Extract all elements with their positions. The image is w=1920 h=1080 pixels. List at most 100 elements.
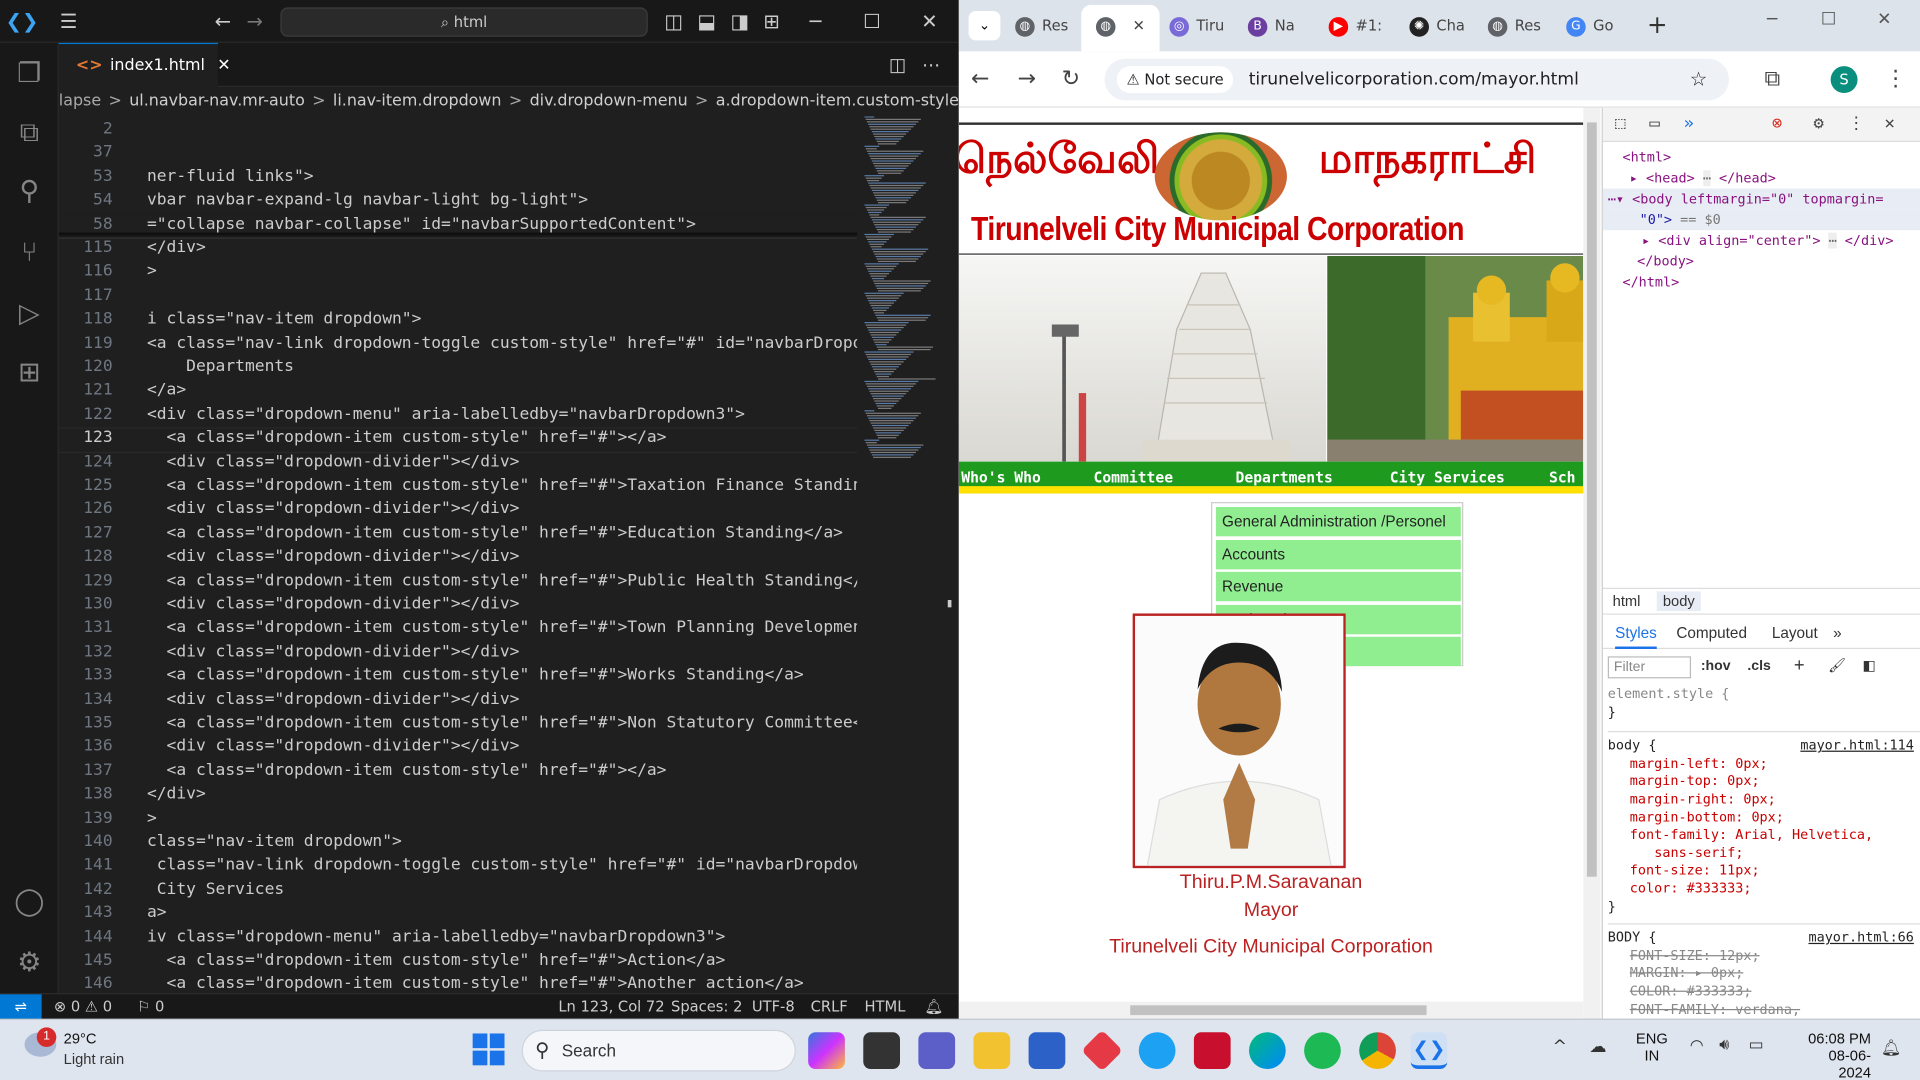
run-debug-icon[interactable]: ▷ bbox=[0, 288, 59, 342]
breadcrumb-item[interactable]: a.dropdown-item.custom-style bbox=[716, 92, 959, 110]
dom-div-node[interactable]: ▸ <div align="center"> ⋯ </div> bbox=[1603, 230, 1920, 251]
code-line[interactable]: 145 <a class="dropdown-item custom-style… bbox=[59, 951, 857, 974]
window-minimize-icon[interactable]: ─ bbox=[1767, 10, 1777, 30]
account-icon[interactable]: ◯ bbox=[0, 876, 59, 930]
clock[interactable]: 06:08 PM 08-06-2024 bbox=[1800, 1030, 1871, 1080]
close-tab-icon[interactable]: ✕ bbox=[217, 56, 230, 74]
language-indicator[interactable]: ENG IN bbox=[1636, 1030, 1668, 1064]
problems-indicator[interactable]: ⊗ 0 ⚠ 0 bbox=[54, 994, 112, 1018]
notification-icon[interactable]: 🔔︎ bbox=[1881, 1040, 1901, 1058]
cls-toggle[interactable]: .cls bbox=[1747, 659, 1770, 674]
tab-layout[interactable]: Layout bbox=[1772, 620, 1818, 647]
teams-icon[interactable] bbox=[918, 1032, 956, 1069]
code-line[interactable]: 144 iv class="dropdown-menu" aria-labelle… bbox=[59, 928, 857, 951]
minimap[interactable] bbox=[857, 116, 943, 483]
tab-computed[interactable]: Computed bbox=[1676, 620, 1747, 647]
css-property[interactable]: margin-bottom: 0px; bbox=[1608, 809, 1920, 827]
tab-search-chevron-icon[interactable]: ⌄ bbox=[968, 11, 1001, 41]
chrome-taskbar-icon[interactable] bbox=[1359, 1032, 1396, 1069]
code-line[interactable]: 122 <div class="dropdown-menu" aria-label… bbox=[59, 405, 857, 428]
task-view-icon[interactable] bbox=[863, 1032, 901, 1069]
app-red-diamond-icon[interactable] bbox=[1081, 1029, 1123, 1072]
address-bar[interactable]: ⚠ Not secure tirunelvelicorporation.com/… bbox=[1104, 58, 1729, 101]
search-icon[interactable]: ⚲ bbox=[0, 165, 59, 219]
nav-item[interactable]: City Services bbox=[1390, 462, 1505, 494]
code-line[interactable]: 140 class="nav-item dropdown"> bbox=[59, 833, 857, 856]
explorer-icon[interactable]: ❐ bbox=[0, 48, 59, 102]
editor-scrollbar[interactable] bbox=[946, 116, 959, 994]
css-rule[interactable]: body {mayor.html:114 margin-left: 0px; mar… bbox=[1607, 731, 1920, 916]
settings-gear-icon[interactable]: ⚙ bbox=[0, 937, 59, 991]
remote-indicator-icon[interactable]: ⇌ bbox=[0, 994, 42, 1019]
css-property[interactable]: sans-serif; bbox=[1608, 845, 1920, 863]
more-tabs-icon[interactable]: » bbox=[1684, 114, 1694, 134]
toggle-secondary-sidebar-icon[interactable]: ◨ bbox=[722, 0, 756, 43]
temperature[interactable]: 29°C bbox=[64, 1030, 97, 1047]
reload-icon[interactable]: ↻ bbox=[1062, 66, 1080, 92]
browser-tab[interactable]: ◍ ✕ bbox=[1095, 10, 1160, 42]
css-property[interactable]: MARGIN: ▸ 0px; bbox=[1608, 965, 1920, 983]
taskbar-search-box[interactable]: ⚲ Search bbox=[521, 1029, 796, 1072]
browser-tab[interactable]: ◍ Res bbox=[1487, 10, 1559, 42]
nav-item[interactable]: Who's Who bbox=[961, 462, 1041, 494]
code-line[interactable]: 135 <a class="dropdown-item custom-style… bbox=[59, 714, 857, 737]
file-explorer-icon[interactable] bbox=[973, 1032, 1011, 1069]
extensions-puzzle-icon[interactable]: ⧉ bbox=[1765, 66, 1781, 92]
ellipsis-badge-2[interactable]: ⋯ bbox=[1829, 233, 1837, 249]
browser-tab[interactable]: G Go bbox=[1566, 10, 1637, 42]
toggle-panel-icon[interactable]: ⬓ bbox=[689, 0, 723, 43]
css-rule[interactable]: BODY {mayor.html:66 FONT-SIZE: 12px; MARGI… bbox=[1607, 923, 1920, 1018]
dropdown-item[interactable]: Accounts bbox=[1215, 539, 1461, 569]
code-line[interactable]: 54 vbar navbar-expand-lg navbar-light bg-… bbox=[58, 191, 858, 215]
tab-index1-html[interactable]: <> index1.html ✕ bbox=[58, 42, 231, 87]
code-line[interactable]: 133 <a class="dropdown-item custom-style… bbox=[59, 666, 857, 689]
customize-layout-icon[interactable]: ⊞ bbox=[754, 0, 788, 43]
nav-item[interactable]: Sch bbox=[1549, 462, 1576, 494]
css-property[interactable]: COLOR: #333333; bbox=[1608, 983, 1920, 1001]
code-line[interactable]: 128 <div class="dropdown-divider"></div> bbox=[59, 548, 857, 571]
sidebar-toggle-icon[interactable]: ◧ bbox=[1862, 656, 1875, 674]
windows-start-icon[interactable] bbox=[472, 1033, 505, 1066]
dom-body-attr-cont[interactable]: "0"> == $0 bbox=[1602, 209, 1920, 231]
window-close-icon[interactable]: ✕ bbox=[1877, 10, 1891, 30]
vscode-taskbar-icon[interactable]: ❮❯ bbox=[1410, 1032, 1448, 1069]
code-editor[interactable]: 2 37 53 ner-fluid links"> 54 vbar navbar-expa… bbox=[58, 116, 858, 993]
store-icon[interactable] bbox=[1028, 1032, 1066, 1069]
command-center-search[interactable]: ⌕ html bbox=[280, 7, 648, 37]
maximize-icon[interactable]: ☐ bbox=[855, 0, 889, 43]
weather-text[interactable]: Light rain bbox=[64, 1051, 124, 1068]
css-property[interactable]: font-family: Arial, Helvetica, bbox=[1608, 827, 1920, 845]
extensions-icon[interactable]: ⊞ bbox=[0, 347, 59, 401]
dom-body-close[interactable]: </body> bbox=[1603, 251, 1920, 272]
cursor-position[interactable]: Ln 123, Col 72 bbox=[558, 994, 664, 1018]
nav-item[interactable]: Departments bbox=[1236, 462, 1333, 494]
breadcrumb-item[interactable]: div.dropdown-menu bbox=[530, 92, 688, 110]
code-line[interactable]: 117 bbox=[59, 286, 857, 309]
line-endings[interactable]: CRLF bbox=[811, 994, 848, 1018]
code-line[interactable]: 130 <div class="dropdown-divider"></div> bbox=[59, 595, 857, 618]
source-control-icon[interactable]: ⑂ bbox=[0, 227, 59, 281]
devtools-close-icon[interactable]: ✕ bbox=[1885, 114, 1895, 134]
not-secure-chip[interactable]: ⚠ Not secure bbox=[1116, 66, 1234, 94]
minimize-icon[interactable]: ─ bbox=[798, 0, 832, 43]
more-actions-icon[interactable]: ⋯ bbox=[922, 43, 940, 87]
code-line[interactable]: 137 <a class="dropdown-item custom-style… bbox=[59, 761, 857, 784]
crumb-html[interactable]: html bbox=[1613, 593, 1641, 610]
forward-icon[interactable]: → bbox=[1018, 66, 1036, 92]
show-hidden-icons[interactable]: ^ bbox=[1553, 1037, 1567, 1057]
styles-filter-input[interactable]: Filter bbox=[1607, 656, 1692, 679]
back-icon[interactable]: ← bbox=[971, 66, 989, 92]
language-mode[interactable]: HTML bbox=[864, 994, 905, 1018]
css-property[interactable]: color: #333333; bbox=[1608, 880, 1920, 898]
css-property[interactable]: FONT-SIZE: 12px; bbox=[1608, 947, 1920, 965]
browser-tab[interactable]: ◎ Tiru bbox=[1169, 10, 1240, 42]
code-line[interactable]: 142 City Services bbox=[59, 880, 857, 903]
window-maximize-icon[interactable]: ☐ bbox=[1821, 10, 1836, 30]
app-blue-icon[interactable] bbox=[1138, 1032, 1176, 1069]
device-toolbar-icon[interactable]: ▭ bbox=[1649, 114, 1659, 134]
code-line[interactable]: 126 <div class="dropdown-divider"></div> bbox=[59, 500, 857, 523]
menu-icon[interactable]: ☰ bbox=[51, 0, 85, 43]
battery-icon[interactable]: ▭ bbox=[1749, 1036, 1764, 1054]
tab-styles[interactable]: Styles bbox=[1615, 620, 1657, 649]
rule-source-link[interactable]: mayor.html:66 bbox=[1808, 930, 1913, 948]
